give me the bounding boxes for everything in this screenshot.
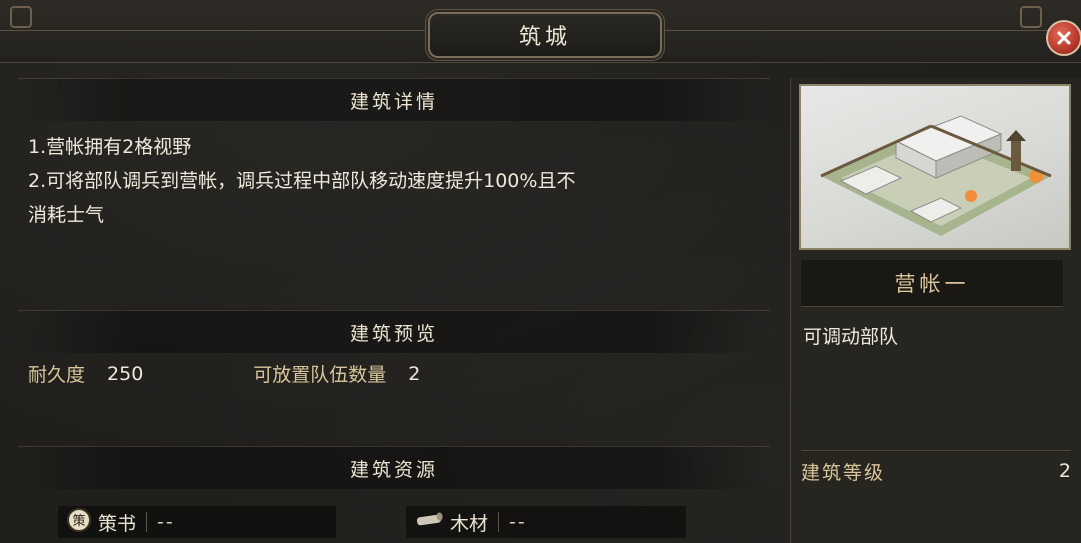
close-button[interactable] <box>1046 20 1081 56</box>
building-name: 营帐一 <box>801 260 1063 307</box>
resource-wood: 木材 -- <box>406 506 686 538</box>
resources-header-label: 建筑资源 <box>349 458 438 481</box>
divider <box>498 512 500 532</box>
description-line-3: 消耗士气 <box>28 204 105 226</box>
description-line-1: 1.营帐拥有2格视野 <box>28 136 192 158</box>
building-preview-image <box>799 84 1071 250</box>
resource-strategy-book: 策 策书 -- <box>58 506 336 538</box>
resource-name: 木材 <box>450 512 489 535</box>
preview-header-label: 建筑预览 <box>349 322 438 345</box>
wood-icon <box>414 510 444 535</box>
building-subtitle: 可调动部队 <box>803 326 899 348</box>
window-title: 筑城 <box>518 25 571 50</box>
resource-value: -- <box>157 511 175 533</box>
building-level-value: 2 <box>1058 460 1071 482</box>
capacity-label: 可放置队伍数量 <box>253 364 387 386</box>
corner-ornament-right <box>1020 6 1042 28</box>
building-level-row: 建筑等级 2 <box>801 450 1071 491</box>
preview-stats: 耐久度 250 可放置队伍数量 2 <box>28 360 420 387</box>
window-title-plate: 筑城 <box>428 12 662 58</box>
capacity-value: 2 <box>408 362 421 385</box>
camp-illustration <box>820 115 1052 236</box>
corner-ornament-left <box>10 6 32 28</box>
divider <box>146 512 148 532</box>
right-panel: 营帐一 可调动部队 建筑等级 2 <box>790 78 1081 543</box>
resource-name: 策书 <box>98 512 137 535</box>
resource-value: -- <box>509 511 527 533</box>
title-bar: 筑城 <box>0 0 1081 63</box>
close-icon <box>1057 31 1071 45</box>
resources-header: 建筑资源 <box>18 446 770 489</box>
durability-label: 耐久度 <box>28 364 86 386</box>
strategy-book-icon: 策 <box>66 507 92 538</box>
details-header: 建筑详情 <box>18 78 770 121</box>
preview-header: 建筑预览 <box>18 310 770 353</box>
build-window: 筑城 建筑详情 1.营帐拥有2格视野 2.可将部队调兵到营帐，调兵过程中部队移动… <box>0 0 1081 543</box>
durability-value: 250 <box>107 362 144 385</box>
building-description: 1.营帐拥有2格视野 2.可将部队调兵到营帐，调兵过程中部队移动速度提升100%… <box>28 130 768 232</box>
building-level-label: 建筑等级 <box>801 461 886 484</box>
details-header-label: 建筑详情 <box>349 90 438 113</box>
description-line-2: 2.可将部队调兵到营帐，调兵过程中部队移动速度提升100%且不 <box>28 170 576 192</box>
strategy-book-glyph: 策 <box>72 513 85 529</box>
